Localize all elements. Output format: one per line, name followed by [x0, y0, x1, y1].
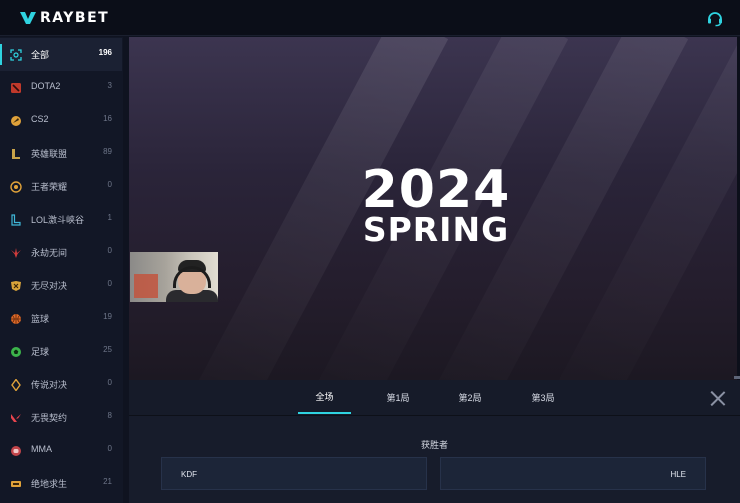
caster-webcam: [130, 252, 218, 302]
sidebar-item-mma[interactable]: MMA 0: [0, 434, 122, 467]
top-bar: RAYBET: [0, 0, 740, 36]
arena-of-valor-icon: [11, 379, 21, 391]
sidebar-item-label: 永劫无间: [31, 248, 68, 258]
sidebar-item-mobile-legends[interactable]: 无尽对决 0: [0, 269, 122, 302]
tab-game-1[interactable]: 第1局: [373, 380, 423, 414]
mobile-legends-icon: [11, 281, 21, 291]
sidebar-item-count: 3: [107, 81, 112, 90]
naraka-icon: [11, 248, 21, 258]
sidebar-item-label: 王者荣耀: [31, 182, 68, 192]
resize-handle[interactable]: [734, 376, 740, 379]
outcome-team-name: KDF: [181, 470, 197, 479]
football-icon: [11, 347, 21, 357]
sidebar-item-count: 8: [107, 411, 112, 420]
sidebar-item-count: 19: [103, 312, 112, 321]
mma-icon: [11, 446, 21, 456]
sidebar-item-label: 无畏契约: [31, 413, 68, 423]
game-category-sidebar: 全部 196 DOTA2 3 CS2 16 英雄联盟 89 王者荣耀 0 LOL…: [0, 37, 128, 503]
sidebar-item-label: 足球: [31, 347, 50, 357]
sidebar-item-label: 绝地求生: [31, 479, 68, 489]
outcome-team-name: HLE: [670, 470, 686, 479]
sidebar-item-count: 16: [103, 114, 112, 123]
sidebar-item-valorant[interactable]: 无畏契约 8: [0, 401, 122, 434]
stream-season: SPRING: [362, 210, 510, 249]
outcome-button-team-1[interactable]: KDF: [161, 457, 427, 490]
sidebar-item-pubg[interactable]: 绝地求生 21: [0, 467, 122, 500]
league-of-legends-icon: [12, 149, 20, 159]
wild-rift-icon: [11, 214, 21, 226]
raybet-logo[interactable]: RAYBET: [20, 9, 109, 27]
tab-full-match[interactable]: 全场: [298, 380, 351, 414]
period-tabs: 全场 第1局 第2局 第3局: [129, 376, 740, 416]
sidebar-item-arena-of-valor[interactable]: 传说对决 0: [0, 368, 122, 401]
live-stream-player[interactable]: 2024 SPRING: [129, 37, 740, 380]
sidebar-item-count: 89: [103, 147, 112, 156]
sidebar-item-label: 英雄联盟: [31, 149, 68, 159]
sidebar-item-dota2[interactable]: DOTA2 3: [0, 71, 122, 104]
sidebar-item-count: 25: [103, 345, 112, 354]
market-title: 获胜者: [420, 440, 448, 450]
sidebar-item-all[interactable]: 全部 196: [0, 38, 122, 71]
sidebar-item-count: 0: [107, 444, 112, 453]
sidebar-item-label: 全部: [31, 50, 50, 60]
sidebar-item-count: 196: [98, 48, 112, 57]
outcome-button-team-2[interactable]: HLE: [440, 457, 706, 490]
raybet-logo-mark-icon: [20, 12, 36, 24]
sidebar-item-label: CS2: [31, 114, 49, 124]
valorant-icon: [11, 414, 21, 422]
sidebar-item-basketball[interactable]: 篮球 19: [0, 302, 122, 335]
sidebar-item-honor-of-kings[interactable]: 王者荣耀 0: [0, 170, 122, 203]
logo-text: RAYBET: [40, 10, 110, 26]
sidebar-item-cs2[interactable]: CS2 16: [0, 104, 122, 137]
honor-of-kings-icon: [10, 181, 22, 193]
sidebar-item-wild-rift[interactable]: LOL激斗峡谷 1: [0, 203, 122, 236]
all-games-icon: [10, 49, 22, 61]
sidebar-item-label: DOTA2: [31, 81, 61, 91]
headset-icon[interactable]: [706, 9, 724, 27]
sidebar-item-count: 0: [107, 246, 112, 255]
cs2-icon: [11, 116, 21, 126]
betting-panel: 全场 第1局 第2局 第3局 获胜者 KDF HLE: [129, 376, 740, 503]
sidebar-item-count: 0: [107, 279, 112, 288]
sidebar-item-league-of-legends[interactable]: 英雄联盟 89: [0, 137, 122, 170]
sidebar-item-naraka[interactable]: 永劫无间 0: [0, 236, 122, 269]
sidebar-item-label: LOL激斗峡谷: [31, 215, 85, 225]
sidebar-item-football[interactable]: 足球 25: [0, 335, 122, 368]
app-window: RAYBET 全部 196 DOTA2 3 CS2 16 英雄联盟 89 王者荣…: [0, 0, 740, 503]
sidebar-item-label: 传说对决: [31, 380, 68, 390]
sidebar-scrollbar[interactable]: [123, 37, 128, 503]
tab-game-3[interactable]: 第3局: [518, 380, 568, 414]
close-icon[interactable]: [710, 390, 726, 406]
sidebar-item-count: 0: [107, 180, 112, 189]
pubg-icon: [11, 481, 21, 487]
basketball-icon: [11, 314, 21, 324]
sidebar-item-label: MMA: [31, 444, 52, 454]
sidebar-item-count: 21: [103, 477, 112, 486]
stream-year: 2024: [361, 160, 511, 220]
sidebar-item-label: 篮球: [31, 314, 50, 324]
tab-game-2[interactable]: 第2局: [445, 380, 495, 414]
sidebar-item-count: 0: [107, 378, 112, 387]
stream-title-graphic: 2024 SPRING: [326, 160, 546, 249]
dota2-icon: [11, 83, 21, 93]
sidebar-item-count: 1: [107, 213, 112, 222]
sidebar-item-label: 无尽对决: [31, 281, 68, 291]
